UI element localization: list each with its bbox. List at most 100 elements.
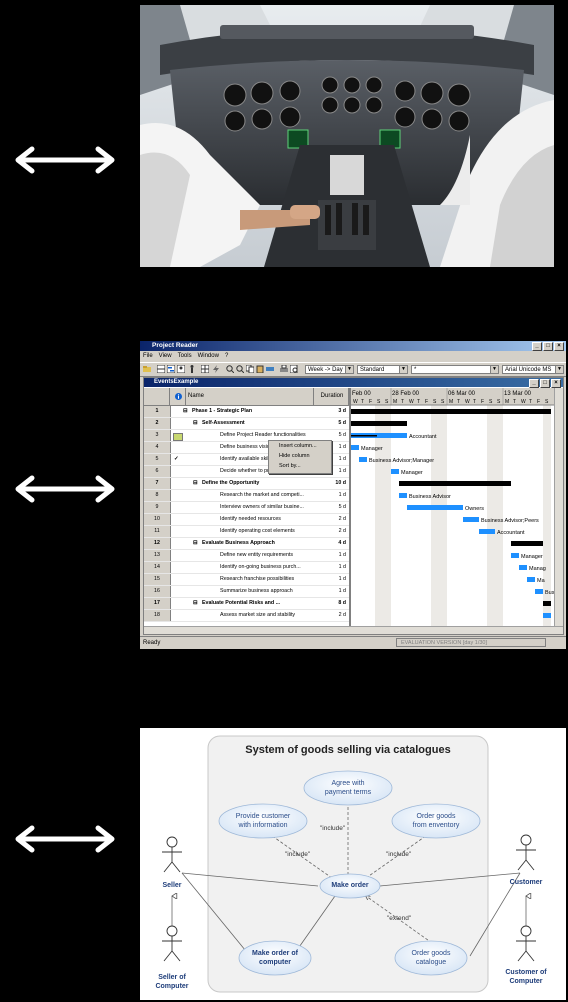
- collapse-toggle-icon[interactable]: ⊟: [193, 478, 200, 489]
- open-folder-icon[interactable]: [143, 365, 151, 373]
- menu-tools[interactable]: Tools: [178, 352, 192, 361]
- day-label: T: [473, 399, 476, 405]
- copy-icon[interactable]: [246, 365, 254, 373]
- day-label: T: [529, 399, 532, 405]
- task-id: 14: [144, 562, 171, 573]
- menu-view[interactable]: View: [159, 352, 172, 361]
- task-id: 16: [144, 586, 171, 597]
- lightning-icon[interactable]: [212, 365, 220, 373]
- column-header-name[interactable]: Name: [186, 388, 314, 405]
- double-arrow-icon: [15, 825, 115, 853]
- chevron-down-icon: ▼: [399, 366, 407, 373]
- link-icon[interactable]: [266, 365, 274, 373]
- person-icon[interactable]: [188, 365, 196, 373]
- task-row[interactable]: 2 ⊟ Self-Assessment 5 d: [144, 418, 349, 430]
- close-icon[interactable]: ×: [551, 379, 561, 388]
- note-icon[interactable]: [173, 433, 183, 441]
- task-id: 13: [144, 550, 171, 561]
- task-name: Define the Opportunity: [202, 480, 260, 486]
- task-bar: [519, 565, 527, 570]
- task-row[interactable]: 7 ⊟ Define the Opportunity 10 d: [144, 478, 349, 490]
- task-row[interactable]: 17 ⊟ Evaluate Potential Risks and ... 8 d: [144, 598, 349, 610]
- table-icon[interactable]: [201, 365, 209, 373]
- task-row[interactable]: 16 Summarize business approach 1 d: [144, 586, 349, 598]
- resource-view-icon[interactable]: [177, 365, 185, 373]
- gantt-view-icon[interactable]: [167, 365, 175, 373]
- task-id: 17: [144, 598, 171, 609]
- grid-view-icon[interactable]: [157, 365, 165, 373]
- task-row[interactable]: 13 Define new entity requirements 1 d: [144, 550, 349, 562]
- menu-item-insert-column[interactable]: Insert column...: [269, 442, 331, 451]
- info-icon: [170, 388, 186, 405]
- zoom-out-icon[interactable]: [236, 365, 244, 373]
- actor-label-seller: Seller: [162, 882, 182, 889]
- task-row[interactable]: 1 ⊟ Phase 1 - Strategic Plan 3 d: [144, 406, 349, 418]
- task-duration: 3 d: [338, 408, 346, 414]
- menu-item-hide-column[interactable]: Hide column: [269, 452, 331, 461]
- task-row[interactable]: 14 Identify on-going business purch... 1 d: [144, 562, 349, 574]
- close-icon[interactable]: ×: [554, 342, 564, 351]
- collapse-toggle-icon[interactable]: ⊟: [193, 538, 200, 549]
- task-row[interactable]: 12 ⊟ Evaluate Business Approach 4 d: [144, 538, 349, 550]
- day-label: W: [353, 399, 358, 405]
- maximize-icon[interactable]: □: [540, 379, 550, 388]
- task-id: 3: [144, 430, 171, 441]
- zoom-in-icon[interactable]: [226, 365, 234, 373]
- progress-bar: [351, 435, 377, 437]
- collapse-toggle-icon[interactable]: ⊟: [193, 418, 200, 429]
- resource-label: Business Advisor: [409, 494, 451, 500]
- task-name: Interview owners of similar busine...: [220, 504, 304, 510]
- task-name: Summarize business approach: [220, 588, 293, 594]
- timescale-select[interactable]: Week -> Day ▼: [305, 365, 354, 374]
- task-row[interactable]: 9 Interview owners of similar busine... 5 …: [144, 502, 349, 514]
- actor-seller: [162, 836, 182, 873]
- filter-select[interactable]: * ▼: [411, 365, 499, 374]
- document-titlebar: EventsExample _ □ ×: [144, 378, 563, 388]
- actor-label-customer: Customer: [509, 879, 543, 886]
- font-select[interactable]: Arial Unicode MS ▼: [502, 365, 564, 374]
- task-row[interactable]: 15 Research franchise possibilities 1 d: [144, 574, 349, 586]
- menu-help[interactable]: ?: [225, 352, 228, 361]
- resource-label: Manager: [361, 446, 383, 452]
- task-row[interactable]: 18 Assess market size and stability 2 d: [144, 610, 349, 622]
- project-reader-window: Project Reader _ □ × File View Tools Win…: [140, 341, 566, 649]
- paste-icon[interactable]: [256, 365, 264, 373]
- task-id: 9: [144, 502, 171, 513]
- task-bar: [527, 577, 535, 582]
- task-duration: 5 d: [338, 420, 346, 426]
- task-name: Research franchise possibilities: [220, 576, 295, 582]
- calendar-select[interactable]: Standard ▼: [357, 365, 408, 374]
- chevron-down-icon: ▼: [555, 366, 563, 373]
- collapse-toggle-icon[interactable]: ⊟: [183, 406, 190, 417]
- window-title: Project Reader: [152, 342, 198, 349]
- task-bar: [359, 457, 367, 462]
- collapse-toggle-icon[interactable]: ⊟: [193, 598, 200, 609]
- use-case-label-order-catalogue: Order goods catalogue: [411, 950, 451, 966]
- task-duration: 1 d: [338, 576, 346, 582]
- task-row[interactable]: 10 Identify needed resources 2 d: [144, 514, 349, 526]
- summary-bar: [511, 541, 543, 546]
- print-icon[interactable]: [280, 365, 288, 373]
- resource-label: Manager: [401, 470, 423, 476]
- menu-window[interactable]: Window: [198, 352, 219, 361]
- menu-item-sort-by[interactable]: Sort by...: [269, 462, 331, 471]
- minimize-icon[interactable]: _: [532, 342, 542, 351]
- maximize-icon[interactable]: □: [543, 342, 553, 351]
- task-name: Evaluate Business Approach: [202, 540, 275, 546]
- day-label: M: [505, 399, 509, 405]
- column-header-duration[interactable]: Duration: [314, 388, 349, 405]
- task-row[interactable]: 11 Identify operating cost elements 2 d: [144, 526, 349, 538]
- task-id: 18: [144, 610, 171, 621]
- print-preview-icon[interactable]: [290, 365, 298, 373]
- task-bar: [391, 469, 399, 474]
- use-case-label-make-order-computer: Make order of computer: [252, 950, 298, 966]
- menu-file[interactable]: File: [143, 352, 153, 361]
- task-row[interactable]: 8 Research the market and competi... 1 d: [144, 490, 349, 502]
- actor-customer: [516, 834, 536, 871]
- vertical-scrollbar[interactable]: [554, 388, 563, 628]
- week-label: 06 Mar 00: [448, 391, 476, 397]
- minimize-icon[interactable]: _: [529, 379, 539, 388]
- horizontal-scrollbar[interactable]: [144, 626, 563, 634]
- task-id: 5: [144, 454, 171, 465]
- day-label: W: [465, 399, 470, 405]
